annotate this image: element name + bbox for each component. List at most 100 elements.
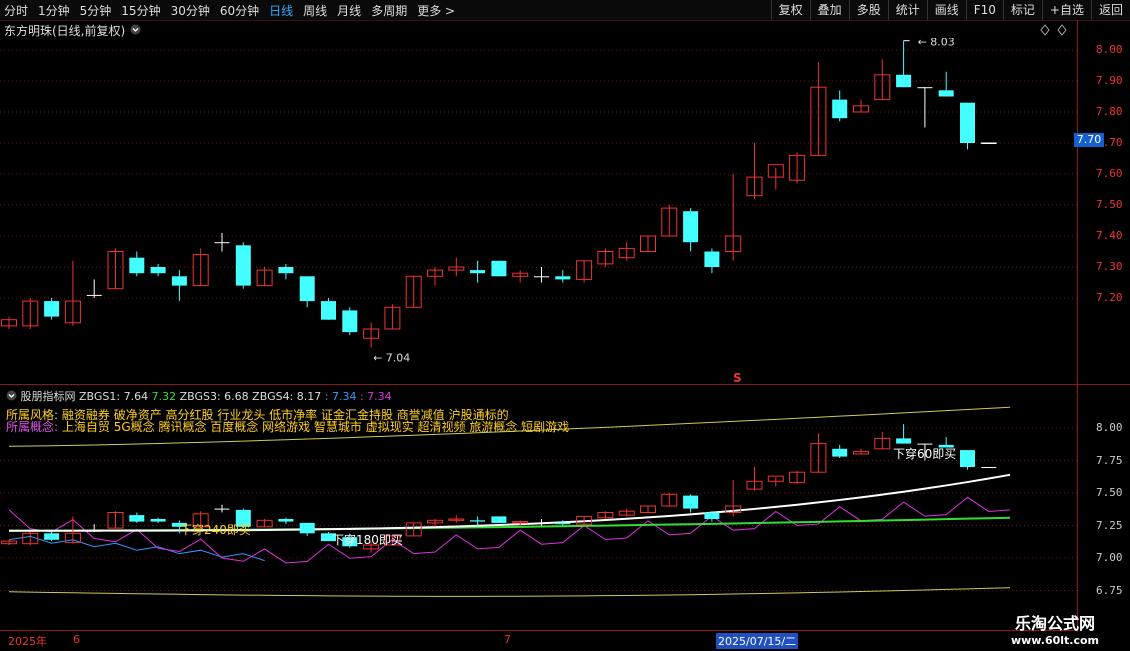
- candle-body-13: [278, 267, 294, 274]
- mini-body-46: [981, 467, 997, 468]
- action-button-1[interactable]: 叠加: [809, 0, 849, 20]
- white-line: [8, 473, 1011, 532]
- mini-body-13: [278, 519, 294, 522]
- indicator-axis-tick-2: 7.50: [1096, 486, 1123, 499]
- candle-body-42: [896, 74, 912, 88]
- mini-body-43: [917, 443, 933, 445]
- candle-body-10: [214, 242, 230, 244]
- top-right-icons[interactable]: [1040, 24, 1074, 36]
- low-label: ← 7.04: [373, 352, 410, 365]
- mini-body-6: [129, 515, 145, 522]
- indicator-annotation-1: 下穿180即买: [332, 532, 403, 547]
- mini-body-42: [896, 438, 912, 444]
- period-tab-6[interactable]: 日线: [269, 2, 293, 19]
- candle-body-32: [683, 211, 699, 243]
- main-candlestick-chart[interactable]: ← 8.03 ← 7.04 S: [0, 38, 1077, 383]
- candle-body-4: [86, 294, 102, 296]
- lower-band-line: [8, 587, 1011, 597]
- indicator-axis-tick-5: 6.75: [1096, 583, 1123, 597]
- mini-body-2: [44, 533, 60, 540]
- period-tab-1[interactable]: 1分钟: [38, 2, 70, 19]
- candle-body-25: [534, 276, 549, 278]
- action-button-3[interactable]: 统计: [887, 0, 927, 20]
- period-tabs: 分时 1分钟 5分钟 15分钟 30分钟 60分钟 日线 周线 月线 多周期 更多 >: [4, 0, 455, 20]
- date-label-june: 6: [73, 633, 80, 646]
- candle-body-7: [150, 267, 166, 274]
- candle-body-45: [960, 102, 975, 143]
- action-button-4[interactable]: 画线: [926, 0, 966, 20]
- candle-body-6: [129, 257, 145, 274]
- period-tab-4[interactable]: 30分钟: [171, 2, 210, 19]
- period-tab-2[interactable]: 5分钟: [80, 2, 112, 19]
- mini-body-4: [86, 530, 102, 532]
- mini-body-26: [555, 522, 571, 525]
- mini-body-33: [704, 512, 720, 519]
- action-button-8[interactable]: 返回: [1090, 0, 1130, 20]
- candle-body-15: [321, 301, 336, 320]
- main-chart-title: 东方明珠(日线,前复权): [4, 24, 126, 38]
- mini-body-23: [491, 516, 507, 523]
- watermark-url: www.60lt.com: [1010, 634, 1100, 647]
- top-toolbar: 分时 1分钟 5分钟 15分钟 30分钟 60分钟 日线 周线 月线 多周期 更多 > 复权 叠加 多股…: [0, 0, 1130, 21]
- high-label: ← 8.03: [918, 38, 955, 49]
- indicator-axis-tick-1: 7.75: [1096, 453, 1123, 467]
- price-axis-tick-4: 7.60: [1096, 167, 1123, 180]
- candle-body-26: [555, 276, 571, 280]
- watermark-title: 乐淘公式网: [1014, 614, 1095, 633]
- candle-body-39: [832, 99, 848, 119]
- candle-body-16: [342, 310, 358, 333]
- date-highlight: 2025/07/15/二: [716, 633, 799, 649]
- upper-band-line: [8, 406, 1011, 447]
- action-button-5[interactable]: F10: [965, 0, 1003, 20]
- candle-body-44: [938, 90, 954, 97]
- date-label-year: 2025年: [8, 635, 47, 648]
- period-tab-7[interactable]: 周线: [303, 2, 327, 19]
- price-axis-tick-8: 7.20: [1096, 291, 1123, 304]
- candle-body-14: [299, 276, 315, 302]
- indicator-axis-tick-4: 7.00: [1096, 551, 1123, 564]
- current-price-tag: 7.70: [1074, 133, 1104, 147]
- action-button-7[interactable]: +自选: [1041, 0, 1091, 20]
- action-buttons: 复权 叠加 多股 统计 画线 F10 标记 +自选 返回: [770, 0, 1130, 20]
- sell-signal-mark: S: [733, 371, 742, 383]
- main-title-dropdown-icon[interactable]: [130, 24, 141, 35]
- mini-body-32: [683, 495, 699, 509]
- date-label-july: 7: [504, 633, 511, 646]
- mini-body-45: [960, 450, 975, 467]
- indicator-axis-tick-3: 7.25: [1096, 518, 1123, 532]
- price-axis-tick-1: 7.90: [1096, 74, 1123, 87]
- price-axis-tick-7: 7.30: [1096, 260, 1123, 273]
- price-axis-tick-6: 7.40: [1096, 229, 1123, 242]
- date-axis: 2025年 6 7 2025/07/15/二: [0, 630, 1077, 651]
- mini-body-10: [214, 508, 230, 510]
- period-tab-10[interactable]: 更多 >: [417, 2, 455, 19]
- action-button-6[interactable]: 标记: [1002, 0, 1042, 20]
- period-tab-5[interactable]: 60分钟: [220, 2, 259, 19]
- period-tab-8[interactable]: 月线: [337, 2, 361, 19]
- price-axis-tick-0: 8.00: [1096, 43, 1123, 56]
- candle-body-33: [704, 251, 720, 267]
- period-tab-9[interactable]: 多周期: [371, 2, 407, 19]
- indicator-annotation-0: 下穿240即买: [180, 522, 251, 537]
- blue-line: [8, 535, 265, 562]
- indicator-axis-tick-0: 8.00: [1096, 421, 1123, 434]
- candle-body-11: [235, 245, 251, 286]
- period-tab-0[interactable]: 分时: [4, 2, 28, 19]
- mini-body-7: [150, 519, 166, 522]
- mini-body-39: [832, 448, 848, 457]
- mini-body-14: [299, 522, 315, 534]
- indicator-chart[interactable]: 下穿240即买下穿180即买 下穿60即买: [0, 386, 1077, 630]
- price-axis-tick-2: 7.80: [1096, 105, 1123, 118]
- candle-body-22: [470, 270, 486, 274]
- candle-body-43: [917, 87, 933, 89]
- candle-body-2: [44, 301, 60, 317]
- action-button-2[interactable]: 多股: [848, 0, 888, 20]
- indicator-annotation-2: 下穿60即买: [893, 446, 956, 461]
- period-tab-3[interactable]: 15分钟: [121, 2, 160, 19]
- mini-body-22: [470, 520, 486, 522]
- candle-body-23: [491, 260, 507, 277]
- mini-body-25: [534, 522, 549, 524]
- panel-divider: [0, 384, 1130, 385]
- action-button-0[interactable]: 复权: [770, 0, 810, 20]
- candle-body-8: [171, 276, 187, 286]
